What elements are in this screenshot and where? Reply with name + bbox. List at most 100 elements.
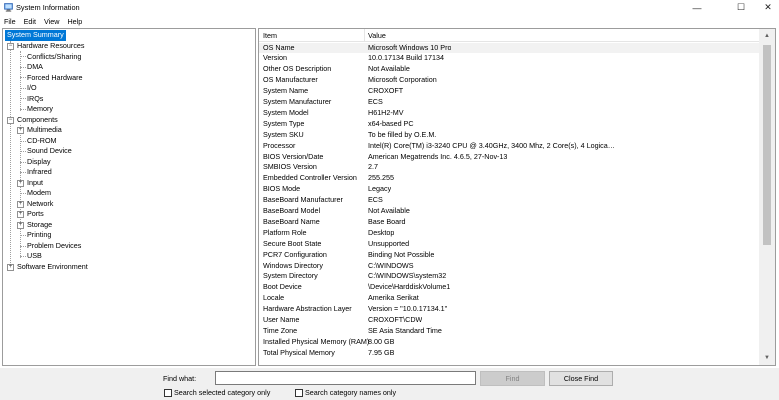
row-value-cell: Not Available xyxy=(368,206,410,215)
table-row[interactable]: Time Zone SE Asia Standard Time xyxy=(259,326,759,337)
table-row[interactable]: Processor Intel(R) Core(TM) i3-3240 CPU @… xyxy=(259,141,759,152)
search-selected-label: Search selected category only xyxy=(174,388,271,397)
table-row[interactable]: System Model H61H2-MV xyxy=(259,108,759,119)
tree-item-problem-devices[interactable]: Problem Devices xyxy=(27,241,81,252)
table-row[interactable]: OS Manufacturer Microsoft Corporation xyxy=(259,75,759,86)
system-information-icon xyxy=(4,3,13,12)
row-value-cell: Binding Not Possible xyxy=(368,249,435,259)
menu-file[interactable]: File xyxy=(4,17,16,26)
tree-item-io[interactable]: I/O xyxy=(27,83,37,94)
table-row[interactable]: Hardware Abstraction Layer Version = "10.… xyxy=(259,304,759,315)
table-row[interactable]: BIOS Version/Date American Megatrends Inc… xyxy=(259,152,759,163)
scroll-down-icon[interactable]: ▼ xyxy=(759,351,775,365)
table-row[interactable]: System Manufacturer ECS xyxy=(259,97,759,108)
menu-edit[interactable]: Edit xyxy=(24,17,36,26)
expand-ports-icon[interactable]: + xyxy=(17,211,24,218)
row-item-cell: Locale xyxy=(263,293,285,303)
row-item-cell: Processor xyxy=(263,140,296,150)
tree-item-storage[interactable]: Storage xyxy=(27,220,52,231)
tree-item-memory[interactable]: Memory xyxy=(27,104,53,115)
column-divider[interactable] xyxy=(364,29,365,42)
expand-components-icon[interactable]: − xyxy=(7,117,14,124)
tree-item-infrared[interactable]: Infrared xyxy=(27,167,52,178)
tree-item-input[interactable]: Input xyxy=(27,178,43,189)
expand-storage-icon[interactable]: + xyxy=(17,222,24,229)
table-row[interactable]: Other OS Description Not Available xyxy=(259,64,759,75)
row-value-cell: ECS xyxy=(368,195,383,205)
table-row[interactable]: Platform Role Desktop xyxy=(259,228,759,239)
table-row[interactable]: System SKU To be filled by O.E.M. xyxy=(259,130,759,141)
table-row[interactable]: Installed Physical Memory (RAM) 8.00 GB xyxy=(259,337,759,348)
tree-item-multimedia[interactable]: Multimedia xyxy=(27,125,62,136)
maximize-button[interactable]: ☐ xyxy=(728,0,754,15)
search-category-names-option[interactable]: Search category names only xyxy=(295,388,396,397)
tree-item-printing[interactable]: Printing xyxy=(27,230,51,241)
expand-network-icon[interactable]: + xyxy=(17,201,24,208)
table-row[interactable]: Version 10.0.17134 Build 17134 xyxy=(259,53,759,64)
column-header-item[interactable]: Item xyxy=(263,31,277,40)
table-row[interactable]: Embedded Controller Version 255.255 xyxy=(259,173,759,184)
column-header-value[interactable]: Value xyxy=(368,31,386,40)
table-row[interactable]: PCR7 Configuration Binding Not Possible xyxy=(259,250,759,261)
table-row[interactable]: BIOS Mode Legacy xyxy=(259,184,759,195)
row-item-cell: System Manufacturer xyxy=(263,97,332,106)
table-row[interactable]: BaseBoard Name Base Board xyxy=(259,217,759,228)
table-row[interactable]: BaseBoard Manufacturer ECS xyxy=(259,195,759,206)
details-list[interactable]: Item Value OS Name Microsoft Windows 10 P… xyxy=(258,28,776,366)
tree-item-system-summary[interactable]: System Summary xyxy=(5,30,66,41)
expand-multimedia-icon[interactable]: + xyxy=(17,127,24,134)
search-names-checkbox[interactable] xyxy=(295,388,303,397)
table-row[interactable]: User Name CROXOFT\CDW xyxy=(259,315,759,326)
row-value-cell: SE Asia Standard Time xyxy=(368,325,442,335)
scroll-up-icon[interactable]: ▲ xyxy=(759,29,775,43)
vertical-scrollbar[interactable]: ▲ ▼ xyxy=(759,29,775,365)
scroll-thumb[interactable] xyxy=(763,45,771,245)
tree-item-forced-hardware[interactable]: Forced Hardware xyxy=(27,73,83,84)
expand-hardware-icon[interactable]: − xyxy=(7,43,14,50)
expand-input-icon[interactable]: + xyxy=(17,180,24,187)
tree-item-cd-rom[interactable]: CD-ROM xyxy=(27,136,57,147)
expand-software-icon[interactable]: + xyxy=(7,264,14,271)
table-row[interactable]: Windows Directory C:\WINDOWS xyxy=(259,261,759,272)
tree-item-usb[interactable]: USB xyxy=(27,251,42,262)
tree-item-dma[interactable]: DMA xyxy=(27,62,43,73)
table-row[interactable]: System Type x64-based PC xyxy=(259,119,759,130)
tree-item-modem[interactable]: Modem xyxy=(27,188,51,199)
table-row[interactable]: BaseBoard Model Not Available xyxy=(259,206,759,217)
table-row[interactable]: OS Name Microsoft Windows 10 Pro xyxy=(259,42,759,54)
tree-line xyxy=(20,235,26,236)
category-tree[interactable]: System Summary − Hardware Resources Conf… xyxy=(2,28,256,366)
title-bar: System Information — ☐ ✕ xyxy=(0,0,779,15)
row-value-cell: Base Board xyxy=(368,216,406,226)
table-row[interactable]: Secure Boot State Unsupported xyxy=(259,239,759,250)
table-row[interactable]: System Name CROXOFT xyxy=(259,86,759,97)
table-row[interactable]: Locale Amerika Serikat xyxy=(259,293,759,304)
tree-item-irqs[interactable]: IRQs xyxy=(27,94,43,105)
tree-item-hardware-resources[interactable]: Hardware Resources xyxy=(17,41,85,52)
find-input[interactable] xyxy=(215,371,476,385)
table-row[interactable]: System Directory C:\WINDOWS\system32 xyxy=(259,271,759,282)
tree-item-software-environment[interactable]: Software Environment xyxy=(17,262,88,273)
tree-item-ports[interactable]: Ports xyxy=(27,209,44,220)
tree-line xyxy=(20,256,26,257)
search-selected-category-option[interactable]: Search selected category only xyxy=(164,388,270,397)
minimize-button[interactable]: — xyxy=(684,0,710,15)
row-value-cell: x64-based PC xyxy=(368,118,414,128)
close-button[interactable]: ✕ xyxy=(755,0,779,15)
search-selected-checkbox[interactable] xyxy=(164,388,172,397)
tree-item-display[interactable]: Display xyxy=(27,157,51,168)
tree-item-network[interactable]: Network xyxy=(27,199,53,210)
table-row[interactable]: Total Physical Memory 7.95 GB xyxy=(259,348,759,359)
table-row[interactable]: SMBIOS Version 2.7 xyxy=(259,162,759,173)
row-item-cell: BaseBoard Name xyxy=(263,216,320,226)
find-button[interactable]: Find xyxy=(480,371,545,386)
tree-item-sound-device[interactable]: Sound Device xyxy=(27,146,72,157)
table-row[interactable]: Boot Device \Device\HarddiskVolume1 xyxy=(259,282,759,293)
tree-item-conflicts-sharing[interactable]: Conflicts/Sharing xyxy=(27,52,81,63)
row-value-cell: Legacy xyxy=(368,184,392,194)
close-find-button[interactable]: Close Find xyxy=(549,371,613,386)
menu-view[interactable]: View xyxy=(44,17,59,26)
menu-help[interactable]: Help xyxy=(67,17,82,26)
row-value-cell: C:\WINDOWS\system32 xyxy=(368,271,447,281)
tree-item-components[interactable]: Components xyxy=(17,115,58,126)
